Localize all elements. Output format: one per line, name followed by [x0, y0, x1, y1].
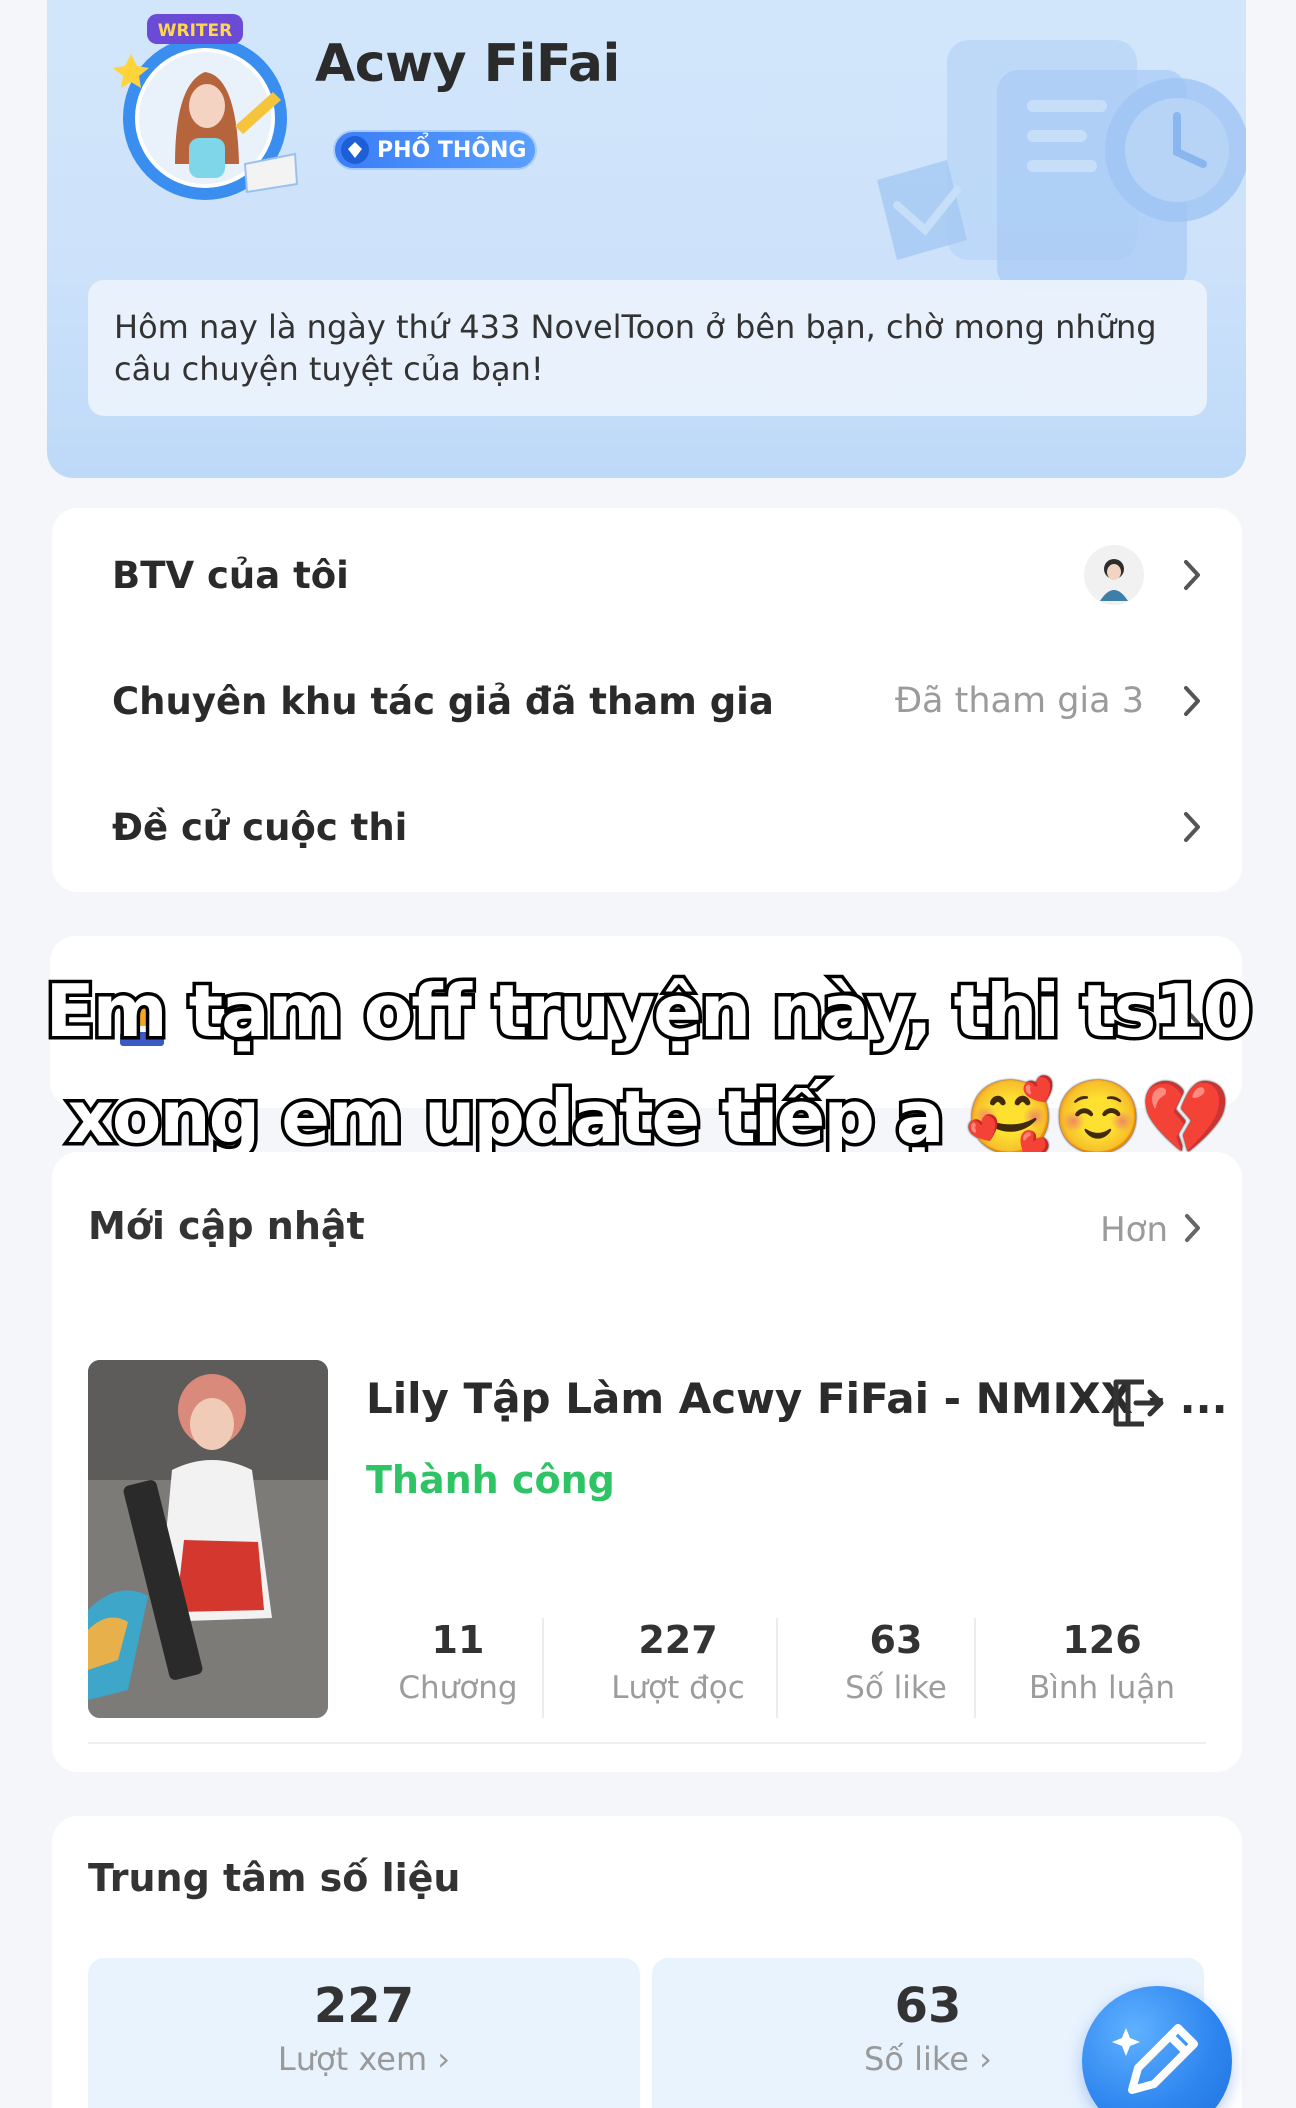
divider — [974, 1618, 976, 1718]
avatar-badge-text: WRITER — [158, 21, 232, 41]
menu-card: BTV của tôi Chuyên khu tác giả đã tham g… — [52, 508, 1242, 892]
stat-label: Số like — [845, 1670, 947, 1706]
divider — [776, 1618, 778, 1718]
menu-item-contest-nomination[interactable]: Đề cử cuộc thi — [52, 772, 1242, 882]
editor-avatar — [1084, 545, 1144, 605]
profile-header: WRITER Acwy FiFai PHỔ THÔNG Hôm nay là n… — [47, 0, 1246, 478]
chevron-right-icon — [1184, 560, 1200, 590]
caption-line-1: Em tạm off truyện này, thi ts10 — [42, 966, 1256, 1057]
avatar-image: WRITER — [113, 14, 299, 200]
stat-value: 11 — [431, 1618, 485, 1662]
diamond-icon — [341, 136, 369, 164]
more-link[interactable]: Hơn — [1100, 1210, 1168, 1250]
stat-reads: 227 Lượt đọc — [588, 1618, 768, 1706]
writer-profile-page: WRITER Acwy FiFai PHỔ THÔNG Hôm nay là n… — [0, 0, 1296, 2108]
recent-updates-card: Mới cập nhật Hơn Lily Tập Làm Acwy FiFai… — [52, 1152, 1242, 1772]
writer-avatar[interactable]: WRITER — [105, 14, 315, 210]
write-fab-button[interactable] — [1082, 1986, 1232, 2108]
stat-value: 227 — [313, 1978, 415, 2034]
export-icon[interactable] — [1108, 1374, 1166, 1432]
stat-comments: 126 Bình luận — [1014, 1618, 1190, 1706]
calendar-decoration-icon — [877, 40, 1246, 290]
chevron-right-icon — [1184, 686, 1200, 716]
divider — [542, 1618, 544, 1718]
story-title[interactable]: Lily Tập Làm Acwy FiFai - NMIXX - ... — [366, 1374, 1228, 1423]
level-badge[interactable]: PHỔ THÔNG — [333, 130, 537, 170]
stat-label: Chương — [398, 1670, 518, 1706]
stat-likes: 63 Số like — [816, 1618, 976, 1706]
stat-chapters: 11 Chương — [368, 1618, 548, 1706]
stat-value: 126 — [1062, 1618, 1142, 1662]
menu-item-value: Đã tham gia 3 — [894, 681, 1144, 721]
menu-item-label: Đề cử cuộc thi — [112, 805, 408, 849]
stat-value: 227 — [638, 1618, 718, 1662]
views-stat-box[interactable]: 227 Lượt xem › — [88, 1958, 640, 2108]
level-badge-label: PHỔ THÔNG — [377, 137, 527, 163]
greeting-message: Hôm nay là ngày thứ 433 NovelToon ở bên … — [88, 280, 1207, 416]
stat-label: Lượt đọc — [611, 1670, 745, 1706]
section-title: Mới cập nhật — [88, 1204, 365, 1248]
edit-pencil-icon — [1112, 2024, 1198, 2094]
menu-item-label: Chuyên khu tác giả đã tham gia — [112, 679, 774, 723]
stat-value: 63 — [869, 1618, 923, 1662]
author-name: Acwy FiFai — [315, 34, 620, 94]
menu-item-my-editor[interactable]: BTV của tôi — [52, 520, 1242, 630]
data-center-card: Trung tâm số liệu 227 Lượt xem › 63 Số l… — [52, 1816, 1242, 2108]
divider — [88, 1742, 1206, 1744]
story-status: Thành công — [366, 1458, 615, 1502]
menu-item-label: BTV của tôi — [112, 553, 349, 597]
menu-item-joined-zones[interactable]: Chuyên khu tác giả đã tham gia Đã tham g… — [52, 646, 1242, 756]
stat-label: Bình luận — [1029, 1670, 1175, 1706]
chevron-right-icon[interactable] — [1182, 1212, 1204, 1244]
chevron-right-icon — [1184, 812, 1200, 842]
section-title: Trung tâm số liệu — [88, 1856, 461, 1900]
video-caption-overlay: Em tạm off truyện này, thi ts10 xong em … — [0, 958, 1296, 1170]
stat-label: Lượt xem › — [277, 2040, 451, 2078]
story-cover-image[interactable] — [88, 1360, 328, 1718]
